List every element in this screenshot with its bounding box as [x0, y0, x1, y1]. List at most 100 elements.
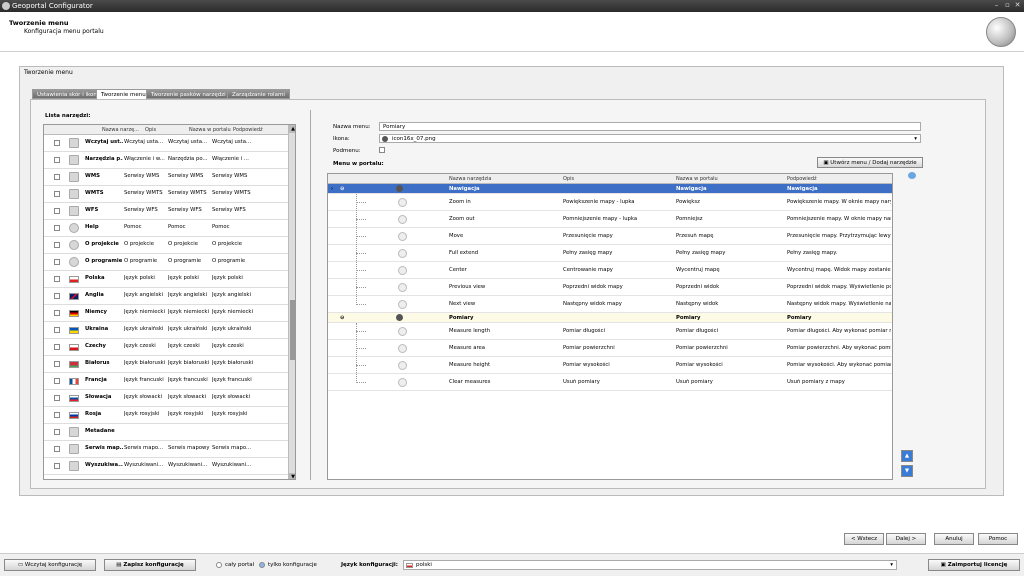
- tool-checkbox[interactable]: [54, 463, 60, 469]
- minimize-icon[interactable]: –: [992, 1, 1001, 10]
- tool-checkbox[interactable]: [54, 225, 60, 231]
- next-button[interactable]: Dalej >: [886, 533, 926, 545]
- submenu-checkbox[interactable]: [379, 147, 385, 153]
- tool-checkbox[interactable]: [54, 395, 60, 401]
- collapse-icon[interactable]: ⊖: [340, 186, 344, 192]
- tool-row[interactable]: Metadane: [44, 424, 288, 441]
- menu-col-portal[interactable]: Nazwa w portalu: [676, 176, 718, 182]
- menu-item-row[interactable]: Measure height Pomiar wysokości Pomiar wys…: [328, 357, 892, 374]
- tool-checkbox[interactable]: [54, 174, 60, 180]
- tool-row[interactable]: Rosja Język rosyjski Język rosyjski Język r…: [44, 407, 288, 424]
- tool-row[interactable]: O programie O programie O programie O progr…: [44, 254, 288, 271]
- tool-row[interactable]: Serwis map... Serwis mapo... Serwis mapowy…: [44, 441, 288, 458]
- tool-cell-hint: Język niemiecki: [212, 309, 253, 315]
- tool-row[interactable]: O projekcie O projekcie O projekcie O proje…: [44, 237, 288, 254]
- menu-name-input[interactable]: Pomiary: [379, 122, 921, 131]
- tool-checkbox[interactable]: [54, 344, 60, 350]
- tool-row[interactable]: Słowacja Język słowacki Język słowacki Języ…: [44, 390, 288, 407]
- tool-checkbox[interactable]: [54, 361, 60, 367]
- map-service-icon: [69, 444, 79, 454]
- tool-row[interactable]: Help Pomoc Pomoc Pomoc: [44, 220, 288, 237]
- menu-item-row[interactable]: Clear measures Usuń pomiary Usuń pomiary Us…: [328, 374, 892, 391]
- tool-row[interactable]: Wczytaj ust... Wczytaj usta... Wczytaj ust…: [44, 135, 288, 152]
- tool-cell-desc: Język rosyjski: [124, 411, 160, 417]
- scrollbar-thumb[interactable]: [290, 300, 295, 360]
- tools-col-name[interactable]: Nazwa narzę...: [102, 127, 139, 133]
- tool-checkbox[interactable]: [54, 276, 60, 282]
- tool-checkbox[interactable]: [54, 446, 60, 452]
- menu-col-desc[interactable]: Opis: [563, 176, 574, 182]
- tool-row[interactable]: WFS Serwisy WFS Serwisy WFS Serwisy WFS: [44, 203, 288, 220]
- tool-cell-name: Narzędzia p...: [85, 156, 123, 162]
- move-up-icon[interactable]: ▲: [901, 450, 913, 462]
- tool-cell-desc: Wczytaj usta...: [124, 139, 164, 145]
- menu-group-row[interactable]: ⊖ Pomiary Pomiary Pomiary: [328, 313, 892, 323]
- icon-select[interactable]: icon16x_07.png ▾: [379, 134, 921, 143]
- menu-item-row[interactable]: Move Przesunięcie mapy Przesuń mapę Przesun…: [328, 228, 892, 245]
- menu-item-row[interactable]: Zoom out Pomniejszenie mapy - lupka Pomnie…: [328, 211, 892, 228]
- tool-row[interactable]: Ukraina Język ukraiński Język ukraiński Jęz…: [44, 322, 288, 339]
- menu-item-row[interactable]: Next view Następny widok mapy Następny wid…: [328, 296, 892, 313]
- menu-item-row[interactable]: Previous view Poprzedni widok mapy Poprzed…: [328, 279, 892, 296]
- tools-col-hint[interactable]: Podpowiedź: [233, 127, 263, 133]
- move-down-icon[interactable]: ▼: [901, 465, 913, 477]
- menu-group-row[interactable]: › ⊖ Nawigacja Nawigacja Nawigacja: [328, 184, 892, 194]
- tools-col-desc[interactable]: Opis: [145, 127, 156, 133]
- scroll-up-icon[interactable]: ▲: [289, 125, 295, 133]
- tool-checkbox[interactable]: [54, 327, 60, 333]
- tool-row[interactable]: WMTS Serwisy WMTS Serwisy WMTS Serwisy WMTS: [44, 186, 288, 203]
- tool-checkbox[interactable]: [54, 208, 60, 214]
- menu-item-row[interactable]: Measure length Pomiar długości Pomiar dług…: [328, 323, 892, 340]
- tool-checkbox[interactable]: [54, 293, 60, 299]
- help-button[interactable]: Pomoc: [978, 533, 1018, 545]
- menu-item-row[interactable]: Center Centrowanie mapy Wycentruj mapę Wyce…: [328, 262, 892, 279]
- flag-cz-icon: [69, 344, 79, 351]
- radio-config-only[interactable]: [259, 562, 265, 568]
- tool-checkbox[interactable]: [54, 242, 60, 248]
- comment-icon[interactable]: [908, 172, 916, 179]
- tool-row[interactable]: Białorus Język białoruski Język białoruski…: [44, 356, 288, 373]
- tool-checkbox[interactable]: [54, 412, 60, 418]
- tab-manage-roles[interactable]: Zarządzanie rolami: [227, 89, 290, 99]
- scroll-down-icon[interactable]: ▼: [289, 473, 295, 479]
- tools-scrollbar[interactable]: ▲ ▼: [288, 125, 295, 479]
- tool-checkbox[interactable]: [54, 310, 60, 316]
- tool-cell-name: Wczytaj ust...: [85, 139, 123, 145]
- create-menu-button[interactable]: ▣ Utwórz menu / Dodaj narzędzie: [817, 157, 923, 168]
- menu-item-row[interactable]: Zoom in Powiększenie mapy - lupka Powiększ…: [328, 194, 892, 211]
- tool-row[interactable]: Wyszukiwa... Wyszukiwani... Wyszukiwani...…: [44, 458, 288, 475]
- tool-checkbox[interactable]: [54, 191, 60, 197]
- tab-create-toolbars[interactable]: Tworzenie pasków narzędzi: [146, 89, 231, 99]
- tab-skins-icons[interactable]: Ustawienia skór i ikon: [32, 89, 102, 99]
- tool-checkbox[interactable]: [54, 259, 60, 265]
- load-config-button[interactable]: ▭ Wczytaj konfigurację: [4, 559, 96, 571]
- menu-item-row[interactable]: Measure area Pomiar powierzchni Pomiar pow…: [328, 340, 892, 357]
- tool-checkbox[interactable]: [54, 157, 60, 163]
- cancel-button[interactable]: Anuluj: [934, 533, 974, 545]
- collapse-icon[interactable]: ⊖: [340, 315, 344, 321]
- tool-checkbox[interactable]: [54, 378, 60, 384]
- tool-row[interactable]: Czechy Język czeski Język czeski Język czes…: [44, 339, 288, 356]
- menu-col-hint[interactable]: Podpowiedź: [787, 176, 817, 182]
- radio-whole-portal[interactable]: [216, 562, 222, 568]
- tool-row[interactable]: Niemcy Język niemiecki Język niemiecki Języ…: [44, 305, 288, 322]
- config-language-select[interactable]: polski ▾: [403, 560, 897, 570]
- menu-col-name[interactable]: Nazwa narzędzia: [449, 176, 491, 182]
- tool-checkbox[interactable]: [54, 140, 60, 146]
- tool-row[interactable]: Francja Język francuski Język francuski Jęz…: [44, 373, 288, 390]
- save-config-button[interactable]: ▤ Zapisz konfigurację: [104, 559, 196, 571]
- tool-row[interactable]: Polska Język polski Język polski Język pols…: [44, 271, 288, 288]
- import-license-button[interactable]: ▣ Zaimportuj licencję: [928, 559, 1020, 571]
- tool-row[interactable]: Narzędzia p... Włączenie i w... Narzędzia …: [44, 152, 288, 169]
- tool-cell-name: Rosja: [85, 411, 102, 417]
- menu-item-row[interactable]: Full extend Pełny zasięg mapy Pełny zasięg…: [328, 245, 892, 262]
- close-icon[interactable]: ✕: [1013, 1, 1022, 10]
- tool-row[interactable]: WMS Serwisy WMS Serwisy WMS Serwisy WMS: [44, 169, 288, 186]
- back-button[interactable]: < Wstecz: [844, 533, 884, 545]
- tool-checkbox[interactable]: [54, 429, 60, 435]
- splitter[interactable]: [310, 110, 311, 480]
- maximize-icon[interactable]: ▫: [1003, 1, 1012, 10]
- tree-connector: [356, 365, 366, 366]
- tools-col-portal[interactable]: Nazwa w portalu: [189, 127, 231, 133]
- tool-row[interactable]: Anglia Język angielski Język angielski Języ…: [44, 288, 288, 305]
